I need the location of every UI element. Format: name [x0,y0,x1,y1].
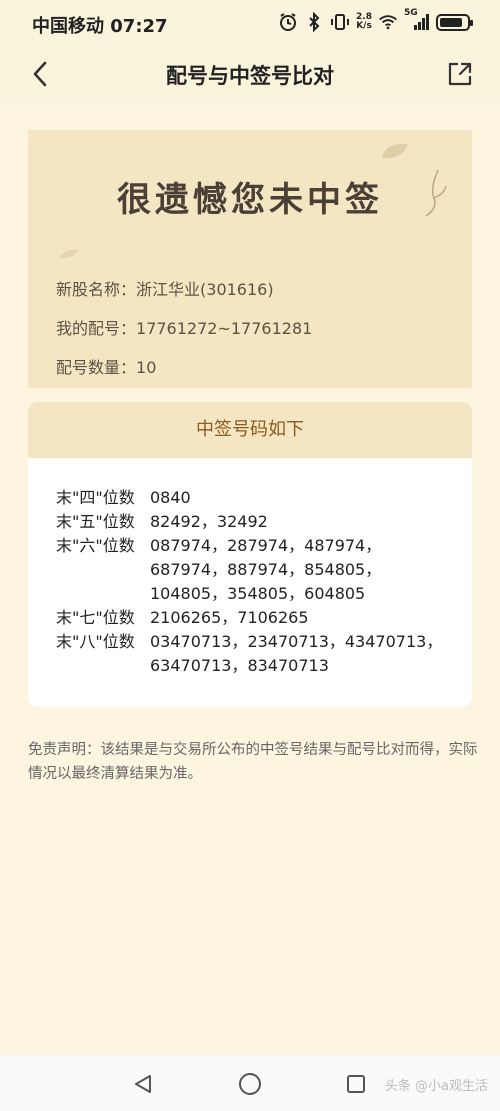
watermark: 头条 @小a观生活 [384,1079,488,1094]
digit-values: 087974，287974，487974，687974，887974，85480… [150,536,382,603]
info-label: 我的配号： [56,319,137,338]
nav-recents-button[interactable] [343,1071,369,1097]
info-label: 新股名称： [56,280,137,299]
signal-icon: 5G [404,8,430,32]
disclaimer: 免责声明：该结果是与交易所公布的中签号结果与配号比对而得，实际情况以最终清算结果… [28,742,478,782]
winning-numbers-list: 末"四"位数 0840 末"五"位数 82492，32492 末"六"位数 08… [28,458,472,678]
status-bar: 中国移动 07:27 2.8 K/s 5G [0,0,500,46]
bluetooth-icon [309,12,320,32]
info-row-count: 配号数量：10 [56,358,312,388]
winning-row-7: 末"七"位数 2106265，7106265 [56,606,472,630]
digit-label: 末"七"位数 [56,608,135,627]
alarm-icon [280,13,297,31]
share-button[interactable] [444,58,476,90]
circle-home-icon [239,1073,261,1095]
speed-unit: K/s [356,21,372,31]
leaf-decoration-icon [59,249,79,259]
app-header: 配号与中签号比对 [0,46,500,102]
system-nav-bar: 头条 @小a观生活 [0,1055,500,1111]
leaf-decoration-icon [382,143,408,159]
status-icons: 2.8 K/s 5G [278,8,473,32]
vibrate-icon [331,14,350,30]
info-value: 浙江华业(301616) [136,280,274,299]
share-icon [448,62,472,86]
battery-icon [436,13,473,31]
winning-numbers-card: 中签号码如下 末"四"位数 0840 末"五"位数 82492，32492 末"… [28,402,472,707]
digit-label: 末"四"位数 [56,488,135,507]
digit-label: 末"五"位数 [56,512,135,531]
digit-label: 末"八"位数 [56,632,135,651]
square-recents-icon [347,1075,365,1093]
stock-info: 新股名称：浙江华业(301616) 我的配号：17761272~17761281… [56,280,312,388]
network-speed: 2.8 K/s [356,13,372,31]
digit-values: 03470713，23470713，43470713，63470713，8347… [150,632,443,675]
winning-row-8: 末"八"位数 03470713，23470713，43470713，634707… [56,630,472,678]
wifi-icon [379,15,397,30]
info-row-stock-name: 新股名称：浙江华业(301616) [56,280,312,319]
nav-back-button[interactable] [130,1071,156,1097]
result-card: 很遗憾您未中签 新股名称：浙江华业(301616) 我的配号：17761272~… [28,130,472,388]
digit-label: 末"六"位数 [56,536,135,555]
digit-values: 2106265，7106265 [150,608,309,627]
info-row-my-numbers: 我的配号：17761272~17761281 [56,319,312,358]
digit-values: 0840 [150,488,191,507]
page-title: 配号与中签号比对 [166,64,334,88]
info-label: 配号数量： [56,358,137,377]
result-heading: 很遗憾您未中签 [117,180,383,220]
carrier-time: 中国移动 07:27 [32,16,168,37]
digit-values: 82492，32492 [150,512,268,531]
nav-home-button[interactable] [237,1071,263,1097]
winning-row-5: 末"五"位数 82492，32492 [56,510,472,534]
winning-row-6: 末"六"位数 087974，287974，487974，687974，88797… [56,534,472,606]
winning-numbers-header: 中签号码如下 [28,402,472,458]
info-value: 17761272~17761281 [136,319,313,338]
info-value: 10 [136,358,157,377]
triangle-back-icon [135,1075,151,1093]
winning-row-4: 末"四"位数 0840 [56,486,472,510]
